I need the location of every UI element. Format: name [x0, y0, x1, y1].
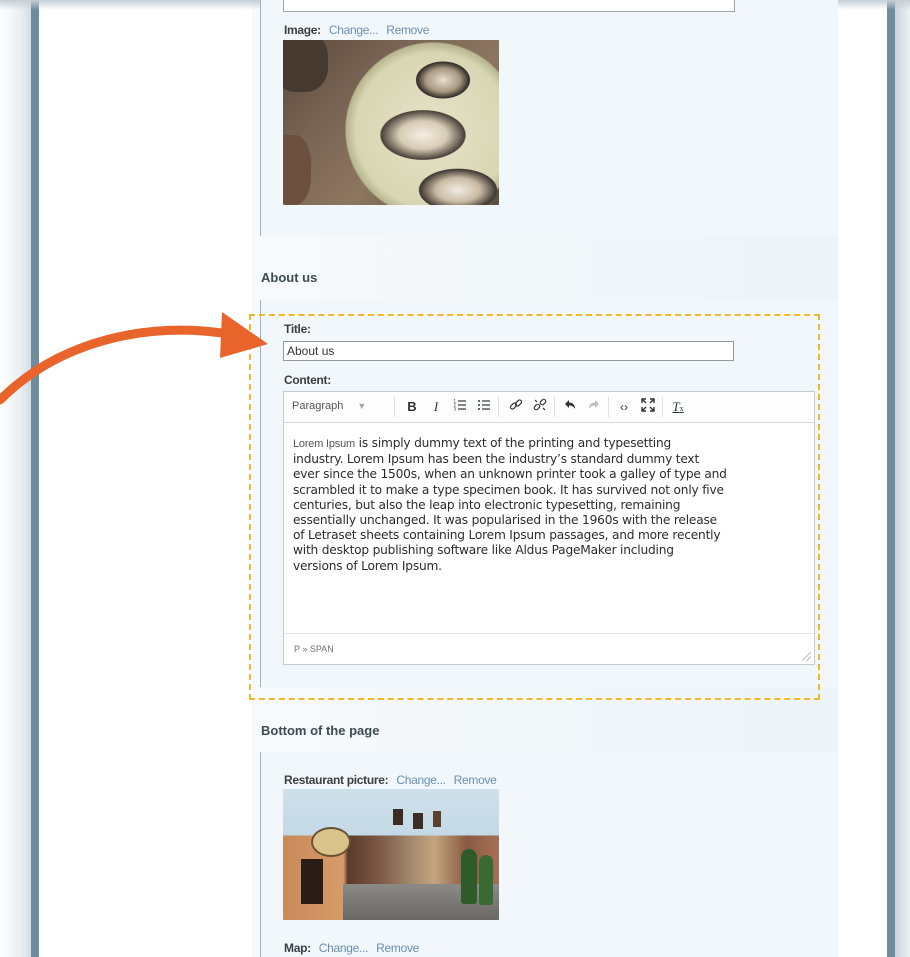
content-line: scrambled it to make a type specimen boo…	[293, 482, 724, 497]
map-label-text: Map:	[284, 941, 311, 955]
map-remove-link[interactable]: Remove	[376, 941, 419, 955]
image-field-label: Image: Change... Remove	[284, 23, 429, 37]
title-input[interactable]	[283, 341, 734, 361]
italic-icon[interactable]: I	[428, 398, 444, 416]
image-remove-link[interactable]: Remove	[386, 23, 429, 37]
redo-icon[interactable]	[586, 398, 602, 416]
format-select[interactable]: Paragraph ▼	[292, 400, 366, 412]
restaurant-image	[283, 789, 499, 920]
title-label: Title:	[284, 322, 311, 336]
frame-border-right	[887, 0, 895, 957]
image-change-link[interactable]: Change...	[329, 23, 379, 37]
restaurant-remove-link[interactable]: Remove	[454, 773, 497, 787]
chevron-down-icon: ▼	[357, 401, 367, 411]
restaurant-label-text: Restaurant picture:	[284, 773, 389, 787]
field-guide-line	[260, 0, 261, 236]
bottom-section-heading: Bottom of the page	[261, 723, 380, 738]
rich-text-editor[interactable]: Paragraph ▼ B I 123 ‹› Tx Lorem Ipsum is…	[283, 391, 815, 665]
clear-formatting-icon[interactable]: Tx	[670, 398, 686, 416]
editor-statusbar: P » SPAN	[284, 633, 814, 664]
frame-shadow-right	[895, 0, 910, 957]
restaurant-change-link[interactable]: Change...	[396, 773, 446, 787]
bold-icon[interactable]: B	[404, 398, 420, 416]
oysters-image	[283, 40, 499, 205]
element-path[interactable]: P » SPAN	[294, 644, 334, 654]
format-select-value: Paragraph	[292, 400, 344, 412]
toolbar-divider	[498, 397, 499, 417]
undo-icon[interactable]	[562, 398, 578, 416]
map-change-link[interactable]: Change...	[319, 941, 369, 955]
bullet-list-icon[interactable]	[476, 398, 492, 416]
previous-input-field[interactable]	[283, 0, 735, 12]
image-label-text: Image:	[284, 23, 321, 37]
ordered-list-icon[interactable]: 123	[452, 398, 468, 416]
unlink-icon[interactable]	[532, 398, 548, 416]
about-section-heading: About us	[261, 270, 318, 285]
content-line: of Letraset sheets containing Lorem Ipsu…	[293, 528, 721, 543]
content-line: industry. Lorem Ipsum has been the indus…	[293, 452, 700, 467]
editor-content[interactable]: Lorem Ipsum is simply dummy text of the …	[293, 436, 805, 574]
link-icon[interactable]	[508, 398, 524, 416]
frame-border-left	[31, 0, 39, 957]
annotation-arrow-icon	[0, 312, 268, 405]
svg-text:3: 3	[454, 407, 457, 412]
content-line: essentially unchanged. It was popularise…	[293, 513, 717, 528]
fullscreen-icon[interactable]	[640, 398, 656, 416]
content-line: centuries, but also the leap into electr…	[293, 497, 681, 512]
toolbar-divider	[662, 397, 663, 417]
toolbar-divider	[394, 397, 395, 417]
map-field-label: Map: Change... Remove	[284, 941, 419, 955]
content-line: with desktop publishing software like Al…	[293, 543, 674, 558]
restaurant-field-label: Restaurant picture: Change... Remove	[284, 773, 497, 787]
source-code-icon[interactable]: ‹›	[616, 398, 632, 416]
resize-handle-icon[interactable]	[802, 652, 811, 661]
field-guide-line	[260, 752, 261, 957]
content-label: Content:	[284, 373, 331, 387]
toolbar-divider	[554, 397, 555, 417]
content-line: ever since the 1500s, when an unknown pr…	[293, 467, 727, 482]
editor-toolbar: Paragraph ▼ B I 123 ‹› Tx	[284, 392, 814, 423]
toolbar-divider	[608, 397, 609, 417]
content-line: is simply dummy text of the printing and…	[355, 436, 672, 450]
content-line: versions of Lorem Ipsum.	[293, 558, 442, 573]
content-lead-text: Lorem Ipsum	[293, 438, 355, 450]
